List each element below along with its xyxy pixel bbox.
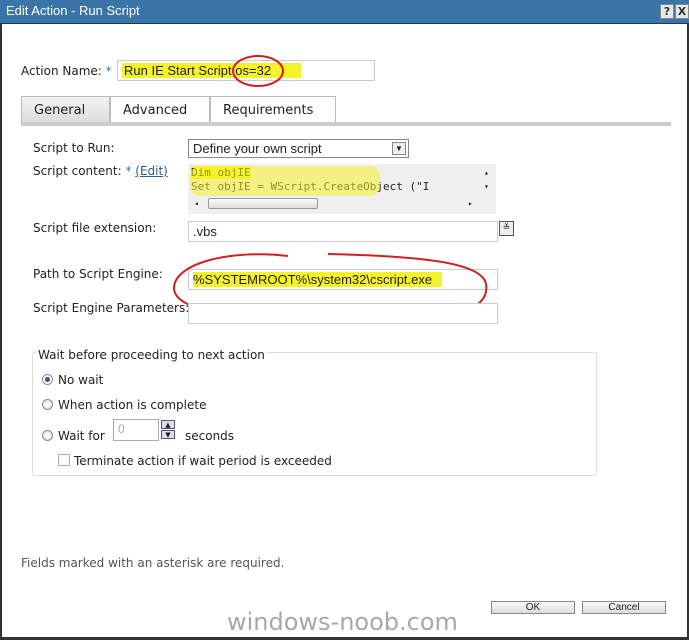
engine-params-input[interactable] [188, 303, 498, 324]
script-to-run-label: Script to Run: [33, 141, 115, 155]
wait-legend: Wait before proceeding to next action [36, 348, 267, 362]
cancel-button[interactable]: Cancel [582, 601, 666, 614]
engine-params-label: Script Engine Parameters: [33, 301, 190, 315]
terminate-checkbox[interactable] [58, 454, 70, 466]
script-content-label: Script content: * (Edit) [33, 164, 168, 178]
wait-for-radio[interactable] [42, 430, 53, 441]
extension-input[interactable]: .vbs [188, 221, 498, 242]
seconds-input[interactable]: 0 [113, 419, 159, 441]
extension-label: Script file extension: [33, 221, 157, 235]
ok-button[interactable]: OK [491, 601, 575, 614]
no-wait-radio[interactable] [42, 374, 53, 385]
close-button[interactable]: X [675, 4, 689, 19]
engine-path-label: Path to Script Engine: [33, 267, 163, 281]
watermark: windows-noob.com [227, 608, 458, 636]
help-button[interactable]: ? [660, 4, 674, 19]
script-to-run-select[interactable]: Define your own script ▼ [188, 139, 409, 158]
script-content-box[interactable]: Dim objIE Set objIE = WScript.CreateObje… [188, 164, 496, 214]
spin-up-icon[interactable]: ▲ [161, 420, 175, 429]
tab-advanced[interactable]: Advanced [110, 96, 210, 124]
tab-divider [21, 122, 671, 126]
scroll-thumb[interactable] [208, 198, 318, 209]
terminate-label: Terminate action if wait period is excee… [74, 454, 332, 468]
when-complete-radio[interactable] [42, 399, 53, 410]
title-bar: Edit Action - Run Script ? X [0, 0, 689, 24]
expand-icon[interactable]: ≚ [499, 221, 514, 236]
seconds-label: seconds [185, 429, 235, 443]
window-title: Edit Action - Run Script [6, 3, 140, 18]
horizontal-scrollbar[interactable]: ◂ ▸ [188, 197, 478, 210]
scroll-down-icon[interactable]: ▾ [484, 180, 489, 194]
action-name-label: Action Name: * [21, 64, 112, 78]
when-complete-label: When action is complete [58, 398, 207, 412]
tab-requirements[interactable]: Requirements [210, 96, 336, 124]
annotation-circle [232, 55, 284, 87]
wait-for-label: Wait for [58, 429, 105, 443]
dropdown-arrow-icon[interactable]: ▼ [392, 142, 406, 155]
required-note: Fields marked with an asterisk are requi… [21, 556, 285, 570]
edit-script-link[interactable]: (Edit) [135, 164, 168, 178]
scroll-up-icon[interactable]: ▴ [484, 166, 489, 180]
spin-down-icon[interactable]: ▼ [161, 430, 175, 439]
no-wait-label: No wait [58, 373, 104, 387]
tab-general[interactable]: General [21, 96, 110, 124]
